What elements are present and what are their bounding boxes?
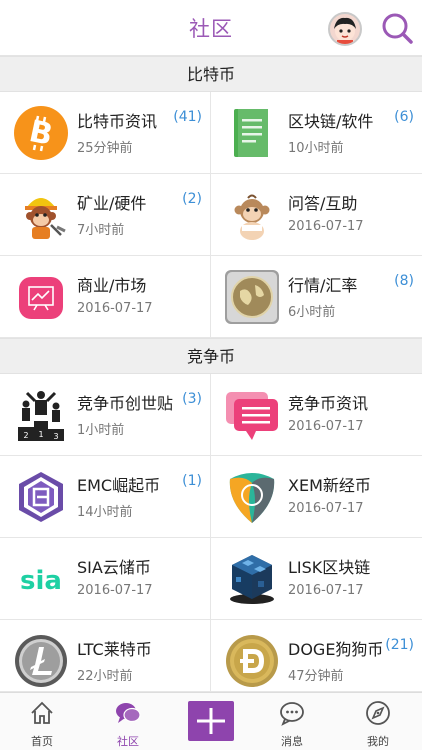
forum-item-nem[interactable]: XEM新经币 2016-07-17 — [211, 456, 422, 538]
item-time: 2016-07-17 — [288, 501, 364, 516]
forum-item-sia[interactable]: sia SIA云储币 2016-07-17 — [0, 538, 211, 620]
tab-profile[interactable]: 我的 — [336, 693, 420, 750]
lisk-cube-icon — [224, 551, 280, 607]
item-name: 行情/汇率 — [288, 276, 358, 295]
item-time: 22小时前 — [77, 669, 133, 684]
document-icon — [224, 105, 280, 161]
message-icon — [280, 702, 304, 726]
community-chat-icon — [116, 703, 141, 723]
item-time: 2016-07-17 — [288, 583, 364, 598]
miner-monkey-icon — [13, 187, 69, 243]
svg-text:2: 2 — [23, 431, 28, 440]
tab-community[interactable]: 社区 — [86, 693, 170, 750]
forum-item-price-rates[interactable]: 行情/汇率 6小时前 (8) — [211, 256, 422, 338]
item-count: (21) — [385, 637, 414, 653]
tab-label: 消息 — [281, 735, 303, 748]
plus-icon — [197, 708, 225, 734]
forum-item-dogecoin[interactable]: DOGE狗狗币 47分钟前 (21) — [211, 620, 422, 692]
item-time: 47分钟前 — [288, 669, 344, 684]
svg-text:3: 3 — [53, 432, 58, 441]
forum-item-litecoin[interactable]: LTC莱特币 22小时前 — [0, 620, 211, 692]
home-icon — [31, 701, 53, 724]
item-time: 2016-07-17 — [288, 419, 364, 434]
tab-label: 首页 — [31, 735, 53, 748]
chat-bubble-icon — [224, 387, 280, 443]
item-time: 1小时前 — [77, 423, 125, 438]
svg-text:1: 1 — [38, 430, 43, 439]
forum-item-qa-help[interactable]: 问答/互助 2016-07-17 — [211, 174, 422, 256]
item-name: 矿业/硬件 — [77, 194, 147, 213]
item-name: LISK区块链 — [288, 558, 371, 577]
forum-item-lisk[interactable]: LISK区块链 2016-07-17 — [211, 538, 422, 620]
item-name: SIA云储币 — [77, 558, 151, 577]
item-time: 2016-07-17 — [77, 301, 153, 316]
bitcoin-icon: B — [13, 105, 69, 161]
tab-messages[interactable]: 消息 — [250, 693, 334, 750]
globe-coin-icon — [224, 269, 280, 325]
emercoin-icon — [13, 469, 69, 525]
item-name: 竞争币资讯 — [288, 394, 369, 413]
item-time: 25分钟前 — [77, 141, 133, 156]
item-name: EMC崛起币 — [77, 476, 161, 495]
section-header-altcoins: 竞争币 — [0, 338, 422, 374]
forum-item-mining-hardware[interactable]: 矿业/硬件 7小时前 (2) — [0, 174, 211, 256]
forum-item-blockchain-software[interactable]: 区块链/软件 10小时前 (6) — [211, 92, 422, 174]
item-time: 2016-07-17 — [77, 583, 153, 598]
item-name: LTC莱特币 — [77, 640, 152, 659]
podium-icon: 1 2 3 — [13, 387, 69, 443]
tab-label: 社区 — [117, 735, 139, 748]
chart-board-icon — [13, 269, 69, 325]
item-count: (1) — [182, 473, 202, 489]
litecoin-icon — [13, 633, 69, 689]
user-avatar[interactable] — [328, 12, 362, 46]
forum-item-emercoin[interactable]: EMC崛起币 14小时前 (1) — [0, 456, 211, 538]
forum-item-altcoin-genesis[interactable]: 1 2 3 竞争币创世贴 1小时前 (3) — [0, 374, 211, 456]
item-time: 7小时前 — [77, 223, 125, 238]
item-name: 问答/互助 — [288, 194, 358, 213]
search-icon[interactable] — [380, 11, 414, 45]
app-root: 社区 比特币 B 比特币资讯 25分钟前 (41) 区块链/软件 10小时前 (… — [0, 0, 422, 750]
item-count: (8) — [394, 273, 414, 289]
item-count: (41) — [173, 109, 202, 125]
bottom-tab-bar: 首页 社区 消息 我的 — [0, 692, 422, 750]
forum-item-bitcoin-news[interactable]: B 比特币资讯 25分钟前 (41) — [0, 92, 211, 174]
sia-icon: sia — [13, 551, 69, 607]
item-time: 14小时前 — [77, 505, 133, 520]
item-time: 2016-07-17 — [288, 219, 364, 234]
tab-label: 我的 — [367, 735, 389, 748]
avatar-face-icon — [334, 17, 356, 44]
dogecoin-icon — [224, 633, 280, 689]
forum-item-altcoin-news[interactable]: 竞争币资讯 2016-07-17 — [211, 374, 422, 456]
item-time: 6小时前 — [288, 305, 336, 320]
item-name: XEM新经币 — [288, 476, 371, 495]
tab-home[interactable]: 首页 — [0, 693, 84, 750]
compass-icon — [366, 701, 390, 725]
forum-item-business-market[interactable]: 商业/市场 2016-07-17 — [0, 256, 211, 338]
item-name: 竞争币创世贴 — [77, 394, 174, 413]
item-name: 商业/市场 — [77, 276, 147, 295]
item-name: 比特币资讯 — [77, 112, 158, 131]
nem-icon — [224, 469, 280, 525]
item-count: (2) — [182, 191, 202, 207]
item-count: (6) — [394, 109, 414, 125]
item-time: 10小时前 — [288, 141, 344, 156]
top-bar: 社区 — [0, 0, 422, 56]
item-name: DOGE狗狗币 — [288, 640, 384, 659]
section-header-bitcoin: 比特币 — [0, 56, 422, 92]
add-post-button[interactable] — [188, 701, 234, 741]
item-count: (3) — [182, 391, 202, 407]
baby-monkey-icon — [224, 187, 280, 243]
svg-text:sia: sia — [20, 566, 62, 596]
item-name: 区块链/软件 — [288, 112, 374, 131]
